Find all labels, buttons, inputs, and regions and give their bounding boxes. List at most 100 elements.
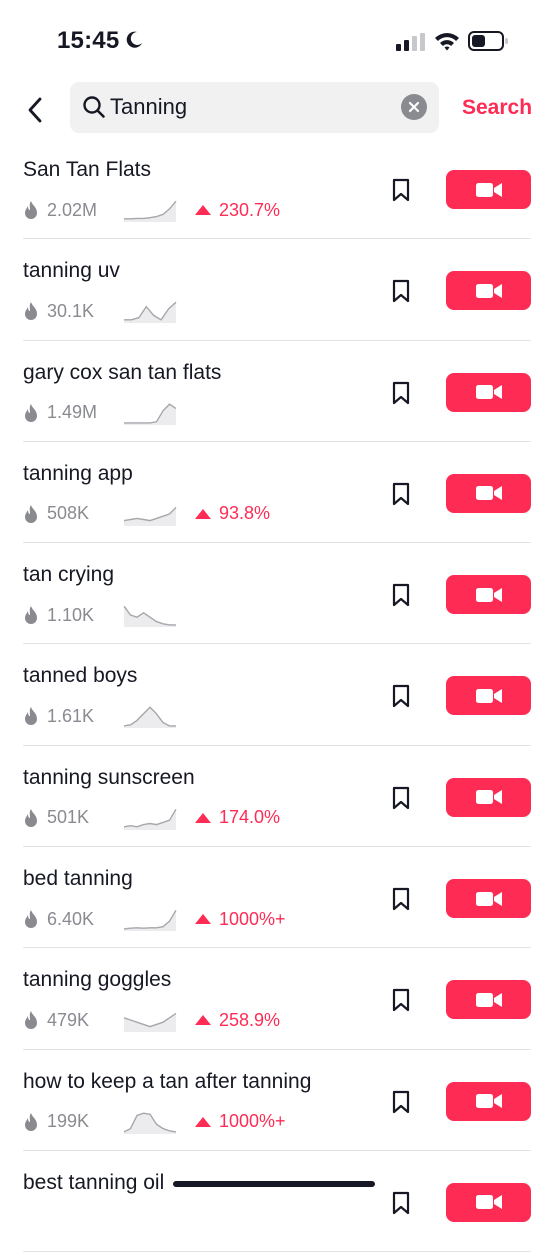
clear-search-button[interactable] bbox=[401, 94, 427, 120]
wifi-icon bbox=[435, 33, 459, 51]
growth-percent: 174.0% bbox=[219, 807, 281, 828]
list-item[interactable]: San Tan Flats 2.02M 230.7% bbox=[0, 138, 554, 240]
bookmark-icon[interactable] bbox=[389, 988, 413, 1012]
video-camera-icon bbox=[475, 1094, 502, 1109]
trend-up-icon bbox=[195, 205, 211, 215]
result-title[interactable]: San Tan Flats bbox=[23, 158, 151, 182]
create-video-button[interactable] bbox=[446, 170, 531, 209]
bookmark-icon[interactable] bbox=[389, 178, 413, 202]
search-input[interactable]: Tanning bbox=[70, 82, 439, 133]
list-item[interactable]: gary cox san tan flats 1.49M bbox=[0, 341, 554, 442]
growth-indicator: 258.9% bbox=[195, 1010, 280, 1031]
create-video-button[interactable] bbox=[446, 372, 531, 412]
cellular-signal-icon bbox=[396, 33, 425, 51]
list-item[interactable]: tanning sunscreen 501K 174.0% bbox=[0, 746, 554, 848]
list-item[interactable]: tanning app 508K 93.8% bbox=[0, 442, 554, 544]
search-button[interactable]: Search bbox=[462, 96, 532, 120]
result-title[interactable]: tanned boys bbox=[23, 664, 137, 688]
growth-indicator: 230.7% bbox=[195, 200, 280, 221]
result-title[interactable]: how to keep a tan after tanning bbox=[23, 1070, 311, 1094]
trend-sparkline bbox=[123, 1112, 177, 1134]
trend-sparkline bbox=[123, 605, 176, 628]
result-title[interactable]: best tanning oil bbox=[23, 1171, 164, 1195]
list-item[interactable]: tan crying 1.10K bbox=[0, 543, 554, 645]
list-item[interactable]: best tanning oil bbox=[0, 1151, 554, 1252]
search-header: Tanning Search bbox=[0, 82, 554, 138]
flame-icon bbox=[25, 504, 37, 523]
flame-icon bbox=[25, 403, 37, 422]
bookmark-icon[interactable] bbox=[389, 583, 413, 607]
list-item[interactable]: bed tanning 6.40K 1000%+ bbox=[0, 847, 554, 949]
list-item[interactable]: tanning goggles 479K 258.9% bbox=[0, 948, 554, 1050]
result-stats: 1.49M bbox=[23, 400, 177, 426]
flame-icon bbox=[25, 606, 37, 625]
search-query: Tanning bbox=[110, 94, 188, 119]
create-video-button[interactable] bbox=[446, 879, 531, 919]
create-video-button[interactable] bbox=[446, 777, 531, 817]
result-title[interactable]: gary cox san tan flats bbox=[23, 361, 221, 385]
flame-icon bbox=[25, 1112, 37, 1131]
flame-icon bbox=[25, 1011, 37, 1030]
view-count: 30.1K bbox=[47, 300, 95, 321]
home-indicator bbox=[173, 1181, 375, 1187]
video-camera-icon bbox=[475, 283, 502, 298]
list-item[interactable]: tanned boys 1.61K bbox=[0, 644, 554, 746]
bookmark-icon[interactable] bbox=[389, 887, 413, 911]
view-count: 1.10K bbox=[47, 604, 95, 625]
bookmark-icon[interactable] bbox=[389, 381, 413, 405]
result-stats: 2.02M 230.7% bbox=[23, 197, 280, 223]
flame-icon bbox=[25, 707, 37, 726]
trend-up-icon bbox=[195, 914, 211, 925]
trend-sparkline bbox=[123, 706, 176, 729]
result-stats: 30.1K bbox=[23, 298, 177, 324]
moon-icon bbox=[126, 31, 142, 48]
close-icon bbox=[408, 101, 420, 113]
growth-percent: 258.9% bbox=[219, 1009, 281, 1030]
growth-indicator: 93.8% bbox=[195, 503, 270, 524]
result-stats: 1.10K bbox=[23, 602, 177, 628]
bookmark-icon[interactable] bbox=[389, 1090, 413, 1114]
view-count: 501K bbox=[47, 807, 90, 828]
growth-indicator: 1000%+ bbox=[195, 1111, 286, 1132]
search-icon bbox=[83, 96, 105, 118]
growth-indicator: 1000%+ bbox=[195, 909, 286, 930]
create-video-button[interactable] bbox=[446, 676, 531, 716]
result-title[interactable]: tan crying bbox=[23, 563, 114, 587]
result-stats: 6.40K 1000%+ bbox=[23, 906, 286, 932]
flame-icon bbox=[25, 910, 37, 929]
create-video-button[interactable] bbox=[446, 1081, 531, 1121]
flame-icon bbox=[25, 302, 37, 321]
result-title[interactable]: tanning goggles bbox=[23, 968, 171, 992]
bookmark-icon[interactable] bbox=[389, 684, 413, 708]
video-camera-icon bbox=[475, 790, 502, 805]
flame-icon bbox=[25, 808, 37, 827]
result-title[interactable]: tanning uv bbox=[23, 259, 120, 283]
trend-sparkline bbox=[123, 506, 177, 526]
create-video-button[interactable] bbox=[446, 473, 531, 513]
bookmark-icon[interactable] bbox=[389, 1191, 413, 1215]
results-list: San Tan Flats 2.02M 230.7% tanning uv 30.1K g… bbox=[0, 138, 554, 1252]
result-title[interactable]: bed tanning bbox=[23, 867, 133, 891]
back-button[interactable] bbox=[20, 92, 50, 128]
trend-sparkline bbox=[124, 402, 177, 425]
create-video-button[interactable] bbox=[446, 271, 531, 311]
bookmark-icon[interactable] bbox=[389, 786, 413, 810]
view-count: 199K bbox=[47, 1111, 90, 1132]
create-video-button[interactable] bbox=[446, 980, 531, 1020]
list-item[interactable]: tanning uv 30.1K bbox=[0, 239, 554, 341]
result-title[interactable]: tanning app bbox=[23, 462, 133, 486]
trend-sparkline bbox=[123, 1013, 177, 1033]
video-camera-icon bbox=[475, 992, 502, 1007]
result-title[interactable]: tanning sunscreen bbox=[23, 766, 195, 790]
status-time: 15:45 bbox=[57, 27, 120, 54]
view-count: 479K bbox=[47, 1009, 90, 1030]
growth-percent: 230.7% bbox=[219, 199, 281, 220]
chevron-left-icon bbox=[28, 97, 42, 123]
create-video-button[interactable] bbox=[446, 575, 531, 615]
create-video-button[interactable] bbox=[446, 1182, 531, 1222]
bookmark-icon[interactable] bbox=[389, 482, 413, 506]
bookmark-icon[interactable] bbox=[389, 279, 413, 303]
view-count: 2.02M bbox=[47, 199, 98, 220]
list-item[interactable]: how to keep a tan after tanning 199K 1000%… bbox=[0, 1050, 554, 1151]
trend-sparkline bbox=[123, 808, 177, 830]
